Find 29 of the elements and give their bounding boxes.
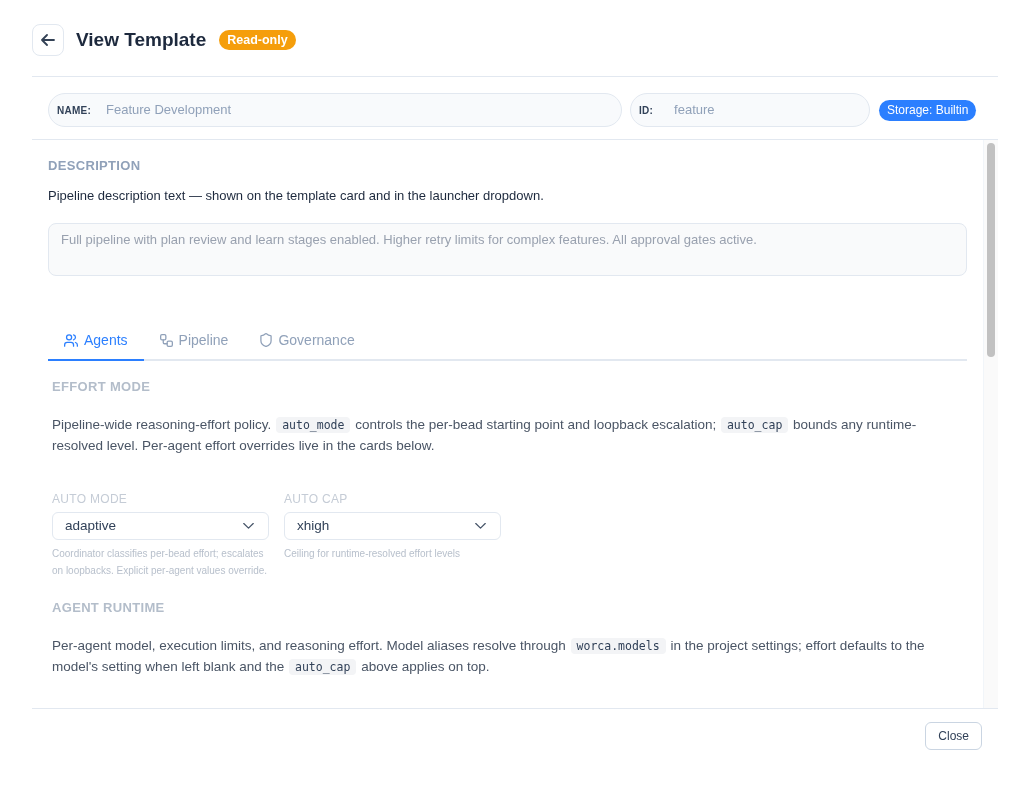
close-button[interactable]: Close bbox=[925, 722, 982, 750]
id-field[interactable]: ID: feature bbox=[630, 93, 870, 127]
storage-badge: Storage: Builtin bbox=[879, 99, 977, 121]
paragraph: Per-agent model, execution limits, and reasoning effort. Model aliases resolve through worca.models in the project settings; effort defaults to the model's setting when left blank and the auto_cap above applies on top. bbox=[52, 637, 926, 677]
section-heading: AGENT RUNTIME bbox=[52, 600, 166, 616]
field-label: NAME: bbox=[57, 103, 92, 118]
users-icon bbox=[64, 333, 78, 347]
dropdown[interactable]: xhigh bbox=[284, 512, 501, 540]
section-heading: EFFORT MODE bbox=[52, 379, 152, 395]
section-heading: DESCRIPTION bbox=[48, 158, 142, 174]
hint-text: Ceiling for runtime-resolved effort levels bbox=[284, 547, 461, 561]
workflow-icon bbox=[159, 333, 173, 347]
hint-text: Coordinator classifies per-bead effort; escalates on loopbacks. Explicit per-agent values override. bbox=[52, 547, 269, 578]
tab[interactable]: Agents bbox=[48, 321, 144, 361]
help-text: Pipeline description text — shown on the template card and in the launcher dropdown. bbox=[48, 187, 545, 205]
dropdown[interactable]: adaptive bbox=[52, 512, 269, 540]
field-label: ID: bbox=[639, 103, 654, 118]
field-label: AUTO CAP bbox=[284, 491, 349, 507]
field-label: AUTO MODE bbox=[52, 491, 129, 507]
chevron-down-icon bbox=[475, 523, 486, 529]
scrollbar-thumb[interactable] bbox=[987, 143, 995, 357]
shield-icon bbox=[260, 333, 273, 347]
page-title: View Template bbox=[76, 27, 207, 52]
arrow-left-icon bbox=[41, 34, 55, 46]
back-button[interactable] bbox=[32, 24, 64, 56]
read-only-badge: Read-only bbox=[219, 30, 296, 50]
paragraph: Pipeline-wide reasoning-effort policy. auto_mode controls the per-bead starting point and loopback escalation; auto_cap bounds any runtime-resolved level. Per-agent effort overrides live in the cards below. bbox=[52, 416, 918, 455]
name-field[interactable]: NAME: Feature Development bbox=[48, 93, 622, 127]
chevron-down-icon bbox=[243, 523, 254, 529]
